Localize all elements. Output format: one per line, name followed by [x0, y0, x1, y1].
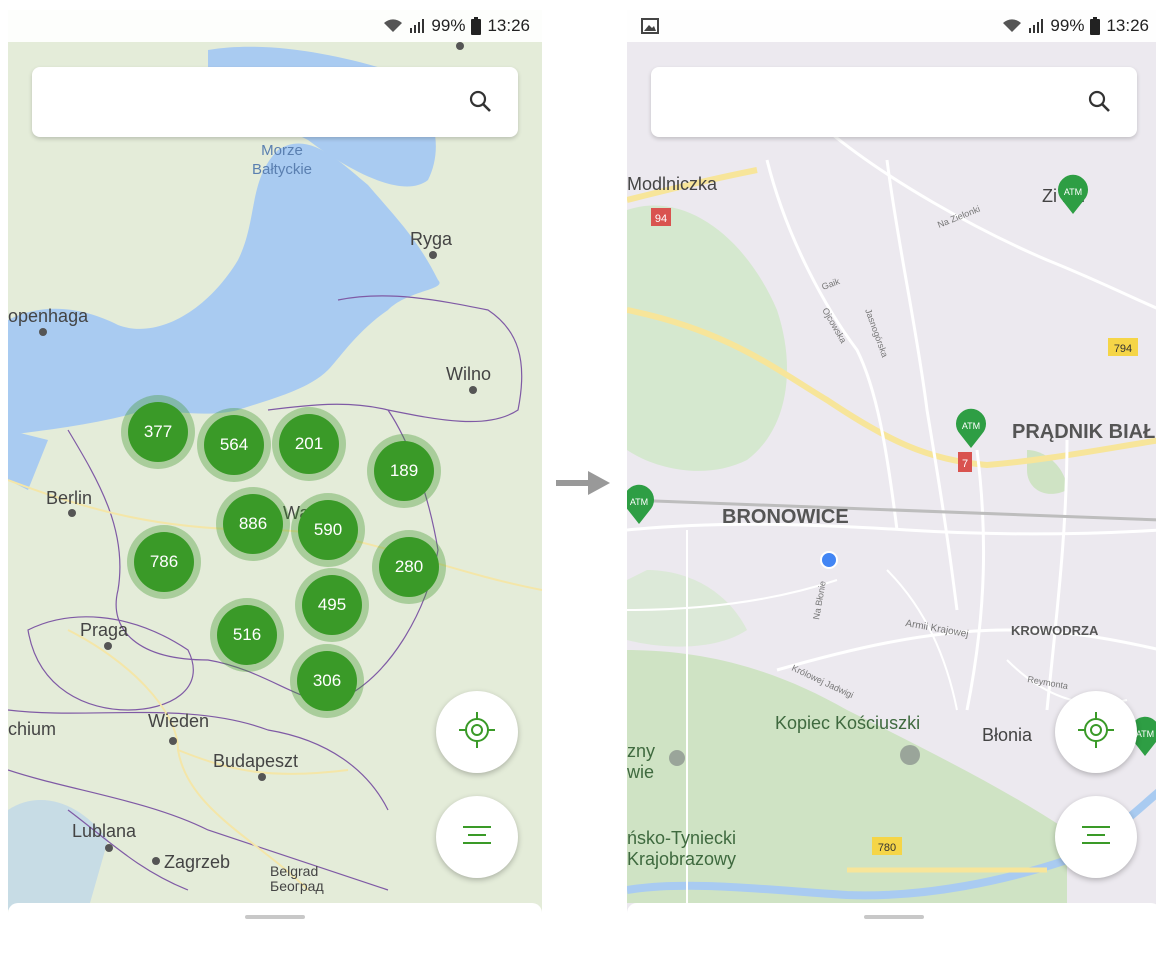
menu-lines-icon	[1078, 821, 1114, 854]
my-location-button[interactable]	[436, 691, 518, 773]
signal-icon	[409, 18, 425, 34]
sheet-drag-handle[interactable]	[864, 915, 924, 919]
my-location-button[interactable]	[1055, 691, 1137, 773]
cluster-marker[interactable]: 564	[197, 408, 271, 482]
label-zagrzeb: Zagrzeb	[164, 852, 230, 872]
bottom-sheet[interactable]	[8, 903, 542, 953]
label-wie: wie	[627, 762, 654, 782]
clock: 13:26	[487, 16, 530, 35]
menu-lines-icon	[459, 821, 495, 854]
svg-text:ATM: ATM	[962, 421, 980, 431]
label-wilno: Wilno	[446, 364, 491, 384]
gallery-icon	[641, 18, 659, 39]
label-kopenhaga: openhaga	[8, 306, 89, 326]
label-belgrad: Belgrad	[270, 863, 318, 879]
cluster-marker[interactable]: 590	[291, 493, 365, 567]
battery-icon	[471, 17, 482, 35]
road-sign-7: 7	[962, 458, 968, 470]
cluster-marker[interactable]: 377	[121, 395, 195, 469]
status-bar: 99% 13:26	[627, 10, 1156, 42]
search-input[interactable]	[667, 85, 1051, 119]
svg-text:ATM: ATM	[630, 497, 648, 507]
bottom-sheet[interactable]	[627, 903, 1156, 953]
clock: 13:26	[1106, 16, 1149, 35]
wifi-icon	[1002, 18, 1022, 34]
atm-marker[interactable]: ATM	[954, 408, 988, 448]
label-lublana: Lublana	[72, 821, 137, 841]
crosshair-icon	[457, 710, 497, 755]
cluster-marker[interactable]: 280	[372, 530, 446, 604]
left-phone-screen: Morze Bałtyckie Ryga openhaga Wilno Berl…	[8, 10, 542, 953]
label-tyniecki: ńsko-Tyniecki	[627, 828, 736, 848]
filter-list-button[interactable]	[1055, 796, 1137, 878]
wifi-icon	[383, 18, 403, 34]
battery-icon	[1090, 17, 1101, 35]
label-modlniczka: Modlniczka	[627, 174, 718, 194]
search-bar[interactable]	[32, 67, 518, 137]
label-krowodrza: KROWODRZA	[1011, 623, 1099, 638]
label-beograd: Београд	[270, 878, 324, 894]
label-pradnik: PRĄDNIK BIAŁ	[1012, 421, 1155, 443]
cluster-marker[interactable]: 306	[290, 644, 364, 718]
sea-label-2: Bałtyckie	[252, 161, 312, 178]
label-blonia: Błonia	[982, 725, 1033, 745]
cluster-marker[interactable]: 495	[295, 568, 369, 642]
signal-icon	[1028, 18, 1044, 34]
label-bronowice: BRONOWICE	[722, 506, 849, 528]
label-ryga: Ryga	[410, 229, 453, 249]
label-krajobrazowy: Krajobrazowy	[627, 849, 736, 869]
transition-arrow-icon	[556, 471, 610, 500]
atm-marker[interactable]: ATM	[1056, 174, 1090, 214]
road-sign-780: 780	[878, 842, 896, 854]
right-phone-screen: Modlniczka Zi nki Na Zielonki Gaik Ojcow…	[627, 10, 1156, 953]
search-input[interactable]	[48, 85, 432, 119]
search-icon[interactable]	[468, 89, 492, 118]
cluster-marker[interactable]: 786	[127, 525, 201, 599]
road-sign-94: 94	[655, 213, 667, 225]
atm-marker[interactable]: ATM	[627, 484, 656, 524]
cluster-marker[interactable]: 189	[367, 434, 441, 508]
cluster-marker[interactable]: 201	[272, 407, 346, 481]
status-bar: 99% 13:26	[8, 10, 542, 42]
label-wieden: Wieden	[148, 711, 209, 731]
current-location-dot	[820, 551, 838, 569]
crosshair-icon	[1076, 710, 1116, 755]
sea-label-1: Morze	[261, 142, 303, 159]
label-praga: Praga	[80, 620, 129, 640]
battery-percent: 99%	[1050, 16, 1085, 35]
search-bar[interactable]	[651, 67, 1137, 137]
cluster-marker[interactable]: 886	[216, 487, 290, 561]
label-budapeszt: Budapeszt	[213, 751, 298, 771]
road-sign-794: 794	[1114, 343, 1132, 355]
svg-text:ATM: ATM	[1064, 187, 1082, 197]
search-icon[interactable]	[1087, 89, 1111, 118]
filter-list-button[interactable]	[436, 796, 518, 878]
cluster-marker[interactable]: 516	[210, 598, 284, 672]
label-zny: zny	[627, 741, 655, 761]
label-berlin: Berlin	[46, 488, 92, 508]
sheet-drag-handle[interactable]	[245, 915, 305, 919]
svg-text:ATM: ATM	[1136, 729, 1154, 739]
battery-percent: 99%	[431, 16, 466, 35]
label-chium: chium	[8, 719, 56, 739]
label-kopiec: Kopiec Kościuszki	[775, 713, 920, 733]
